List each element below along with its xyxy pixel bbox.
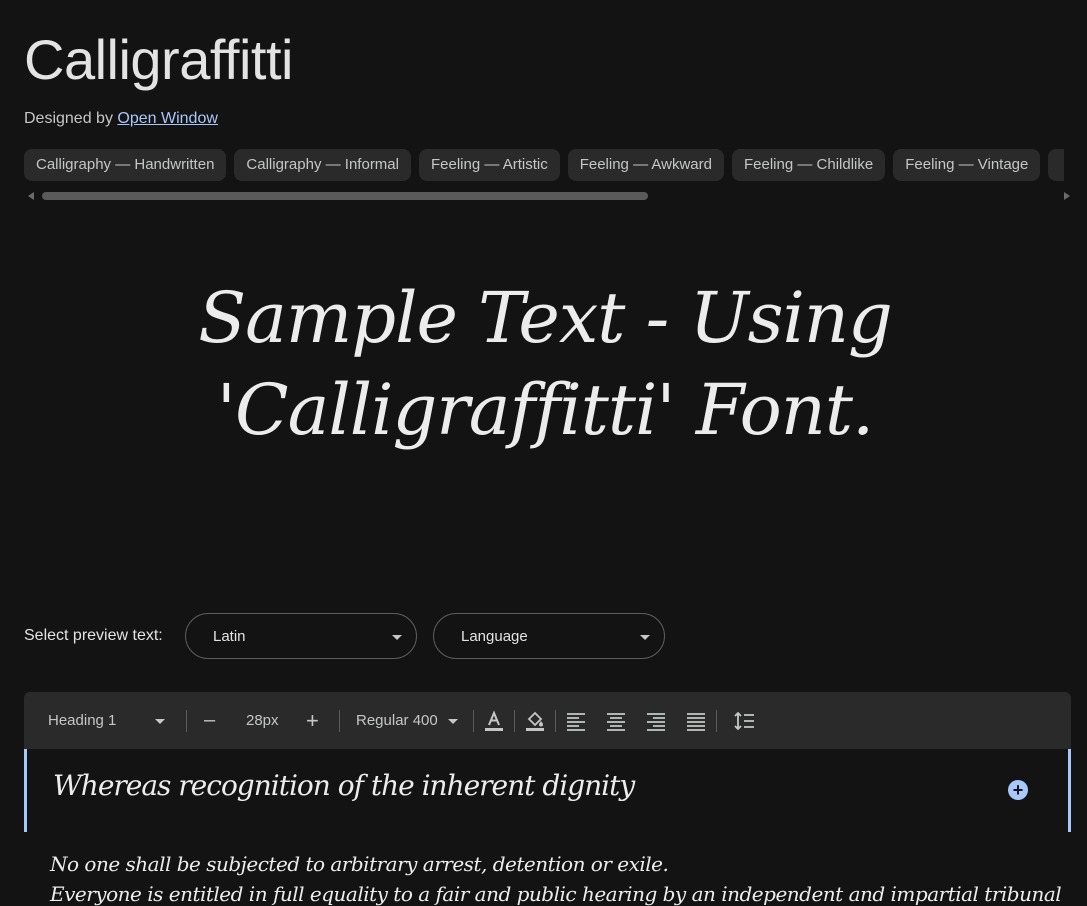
designed-by-label: Designed by	[24, 110, 113, 127]
preview-text-label: Select preview text:	[24, 627, 163, 644]
text-color-icon[interactable]	[483, 710, 505, 732]
line-height-icon[interactable]	[733, 710, 755, 732]
tag-chip[interactable]: Feeling — Awkward	[567, 149, 724, 181]
tag-chip[interactable]: Calligraphy — Handwritten	[24, 149, 227, 181]
preview-line-2[interactable]: No one shall be subjected to arbitrary a…	[50, 852, 669, 876]
chevron-down-icon	[640, 635, 650, 640]
designer-link[interactable]: Open Window	[117, 110, 218, 127]
weight-dropdown[interactable]: Regular 400	[356, 692, 458, 749]
tag-chip[interactable]: Calligraphy — Informal	[234, 149, 411, 181]
weight-dropdown-value: Regular 400	[356, 712, 438, 729]
script-select-value: Latin	[213, 628, 246, 645]
align-justify-icon[interactable]	[685, 710, 707, 732]
tag-list: Calligraphy — Handwritten Calligraphy — I…	[24, 149, 1064, 182]
preview-line-3[interactable]: Everyone is entitled in full equality to…	[50, 882, 1062, 906]
chevron-down-icon	[392, 635, 402, 640]
highlight-color-icon[interactable]	[524, 710, 546, 732]
preview-heading-text[interactable]: Whereas recognition of the inherent dign…	[53, 769, 635, 802]
scroll-left-arrow-icon[interactable]	[28, 192, 34, 200]
designer-line: Designed by Open Window	[24, 110, 218, 128]
toolbar-divider	[473, 710, 474, 732]
add-icon[interactable]: +	[1008, 780, 1028, 800]
preview-row-active[interactable]: Whereas recognition of the inherent dign…	[24, 749, 1071, 832]
increase-size-button[interactable]: +	[306, 692, 319, 749]
script-select[interactable]: Latin	[185, 613, 417, 659]
preview-toolbar: Heading 1 – 28px + Regular 400	[24, 692, 1071, 749]
scroll-thumb[interactable]	[42, 192, 648, 200]
language-select-placeholder: Language	[461, 628, 528, 645]
font-size-value: 28px	[246, 712, 279, 729]
tag-chip[interactable]: Feeling — Artistic	[418, 149, 560, 181]
align-center-icon[interactable]	[605, 710, 627, 732]
font-title: Calligraffitti	[24, 28, 293, 91]
toolbar-divider	[716, 710, 717, 732]
toolbar-divider	[186, 710, 187, 732]
chevron-down-icon	[154, 718, 165, 724]
align-right-icon[interactable]	[645, 710, 667, 732]
tag-chip[interactable]: Feeling — Vintage	[893, 149, 1041, 181]
chevron-down-icon	[447, 718, 458, 724]
scroll-right-arrow-icon[interactable]	[1064, 192, 1070, 200]
style-dropdown[interactable]: Heading 1	[48, 692, 165, 749]
align-left-icon[interactable]	[565, 710, 587, 732]
tag-chip-partial[interactable]	[1048, 149, 1064, 181]
tags-scrollbar[interactable]	[24, 190, 1072, 202]
tag-chip[interactable]: Feeling — Childlike	[732, 149, 886, 181]
language-select[interactable]: Language	[433, 613, 665, 659]
decrease-size-button[interactable]: –	[204, 692, 215, 749]
toolbar-divider	[555, 710, 556, 732]
style-dropdown-value: Heading 1	[48, 712, 117, 729]
toolbar-divider	[339, 710, 340, 732]
sample-text: Sample Text - Using 'Calligraffitti' Fon…	[198, 277, 893, 451]
toolbar-divider	[514, 710, 515, 732]
